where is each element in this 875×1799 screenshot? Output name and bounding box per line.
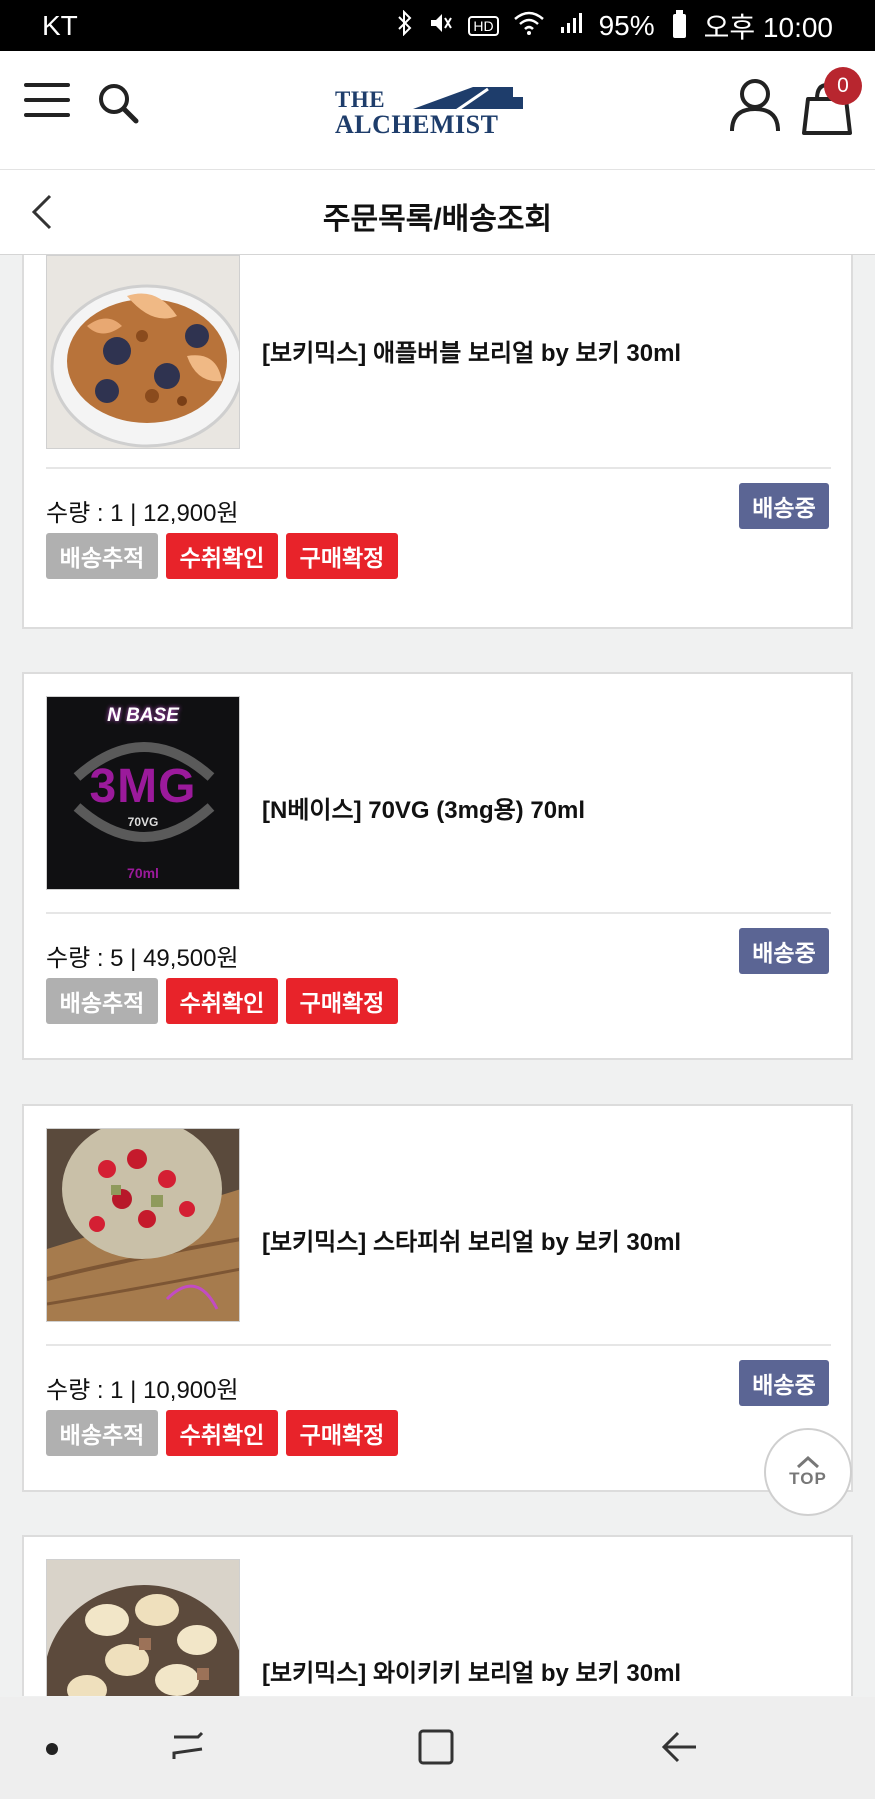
confirm-purchase-button[interactable]: 구매확정 [286, 1410, 398, 1456]
track-shipment-button[interactable]: 배송추적 [46, 978, 158, 1024]
card-divider [46, 912, 831, 914]
product-thumbnail[interactable]: N BASE 3MG 70VG 70ml [46, 696, 240, 890]
product-name[interactable]: [보키믹스] 와이키키 보리얼 by 보키 30ml [262, 1653, 681, 1688]
cart-count-badge: 0 [824, 67, 862, 105]
carrier-label: KT [42, 9, 78, 41]
order-card: [보키믹스] 스타피쉬 보리얼 by 보키 30ml 수량 : 1 | 10,9… [22, 1104, 853, 1492]
status-bar: KT HD 95% 오후 10:00 [0, 0, 875, 51]
confirm-purchase-button[interactable]: 구매확정 [286, 978, 398, 1024]
app-header: THE ALCHEMIST 0 [0, 51, 875, 170]
quantity-price: 수량 : 5 | 49,500원 [46, 945, 239, 972]
confirm-receipt-button[interactable]: 수취확인 [166, 533, 278, 579]
page-title: 주문목록/배송조회 [322, 203, 553, 236]
hamburger-menu-icon[interactable] [24, 83, 70, 123]
logo-text-line2: ALCHEMIST [335, 110, 499, 139]
confirm-receipt-button[interactable]: 수취확인 [166, 978, 278, 1024]
status-badge: 배송중 [739, 1360, 829, 1406]
search-icon[interactable] [96, 81, 140, 125]
confirm-purchase-button[interactable]: 구매확정 [286, 533, 398, 579]
product-thumbnail[interactable] [46, 1559, 240, 1696]
order-card: [보키믹스] 와이키키 보리얼 by 보키 30ml [22, 1535, 853, 1696]
nav-dot-icon[interactable] [46, 1743, 58, 1755]
top-button-label: TOP [789, 1469, 827, 1488]
track-shipment-button[interactable]: 배송추적 [46, 1410, 158, 1456]
quantity-price: 수량 : 1 | 12,900원 [46, 500, 239, 527]
product-thumbnail[interactable] [46, 1128, 240, 1322]
signal-icon [559, 11, 585, 41]
user-account-icon[interactable] [728, 77, 782, 133]
scroll-to-top-button[interactable]: TOP [764, 1428, 852, 1516]
product-name[interactable]: [N베이스] 70VG (3mg용) 70ml [262, 790, 585, 825]
product-thumbnail[interactable] [46, 255, 240, 449]
status-badge: 배송중 [739, 928, 829, 974]
clock: 오후 10:00 [703, 11, 833, 43]
chevron-up-icon [796, 1455, 820, 1469]
status-icons: HD 95% 오후 10:00 [396, 6, 833, 46]
brand-logo[interactable]: THE ALCHEMIST [333, 79, 545, 139]
quantity-price: 수량 : 1 | 10,900원 [46, 1377, 239, 1404]
thumb-brand-text: N BASE [107, 705, 179, 726]
home-icon[interactable] [416, 1727, 456, 1772]
track-shipment-button[interactable]: 배송추적 [46, 533, 158, 579]
page-subheader: 주문목록/배송조회 [0, 170, 875, 255]
mute-icon [428, 11, 454, 41]
order-card: [보키믹스] 애플버블 보리얼 by 보키 30ml 수량 : 1 | 12,9… [22, 255, 853, 629]
recent-apps-icon[interactable] [168, 1727, 208, 1772]
battery-percent: 95% [598, 9, 655, 41]
order-card: N BASE 3MG 70VG 70ml [N베이스] 70VG (3mg용) … [22, 672, 853, 1060]
system-nav-bar [0, 1697, 875, 1799]
product-name[interactable]: [보키믹스] 스타피쉬 보리얼 by 보키 30ml [262, 1222, 681, 1257]
thumb-strength-text: 3MG [89, 760, 197, 813]
product-name[interactable]: [보키믹스] 애플버블 보리얼 by 보키 30ml [262, 333, 681, 368]
thumb-vg-text: 70VG [127, 815, 159, 829]
thumb-volume-text: 70ml [127, 865, 159, 881]
bluetooth-icon [396, 9, 414, 42]
wifi-icon [513, 11, 545, 41]
confirm-receipt-button[interactable]: 수취확인 [166, 1410, 278, 1456]
order-list[interactable]: [보키믹스] 애플버블 보리얼 by 보키 30ml 수량 : 1 | 12,9… [0, 255, 875, 1696]
back-arrow-icon[interactable] [660, 1727, 700, 1772]
status-badge: 배송중 [739, 483, 829, 529]
card-divider [46, 467, 831, 469]
battery-icon [672, 9, 686, 38]
hd-icon: HD [468, 15, 499, 36]
card-divider [46, 1344, 831, 1346]
